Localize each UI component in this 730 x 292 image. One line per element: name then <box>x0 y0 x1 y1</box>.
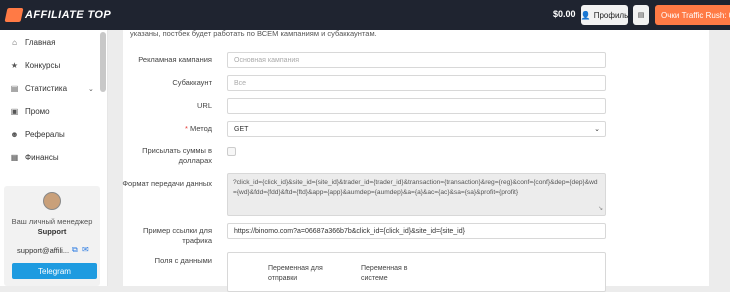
subaccount-input[interactable] <box>227 75 606 91</box>
balance-display: $0.00 <box>553 9 576 19</box>
campaign-input[interactable] <box>227 52 606 68</box>
mail-icon[interactable]: ✉ <box>82 245 89 254</box>
format-label: Формат передачи данных <box>122 179 212 188</box>
promo-icon: ▣ <box>10 106 19 116</box>
manager-email: support@affili... <box>17 246 70 255</box>
referrals-icon: ☻ <box>10 129 19 139</box>
sidebar-item-promo[interactable]: ▣ Промо <box>10 104 50 118</box>
example-link-field[interactable]: https://binomo.com?a=06687a366b7b&click_… <box>227 223 606 239</box>
format-value: ?click_id={click_id}&site_id={site_id}&t… <box>233 179 598 196</box>
sidebar-item-statistics[interactable]: ▤ Статистика <box>10 81 67 95</box>
url-input[interactable] <box>227 98 606 114</box>
top-navbar: AFFILIATE TOP $0.00 👤 Профиль ▤ Очки Tra… <box>0 0 730 30</box>
sidebar: ⌂ Главная ★ Конкурсы ▤ Статистика ⌄ ▣ Пр… <box>0 30 108 286</box>
sidebar-item-referrals[interactable]: ☻ Рефералы <box>10 127 65 141</box>
logo[interactable]: AFFILIATE TOP <box>4 7 112 23</box>
postback-notice: указаны, постбек будет работать по ВСЕМ … <box>130 29 377 38</box>
send-amounts-checkbox[interactable] <box>227 147 236 156</box>
sidebar-item-label: Статистика <box>25 83 68 93</box>
profile-button[interactable]: 👤 Профиль <box>581 5 628 25</box>
wallet-button[interactable]: ▤ <box>633 5 649 25</box>
fields-column-header: Переменная для отправки <box>268 265 323 282</box>
example-link-value: https://binomo.com?a=06687a366b7b&click_… <box>234 227 465 235</box>
example-link-label: Пример ссылки для трафика <box>143 226 212 245</box>
chevron-down-icon[interactable]: ⌄ <box>88 85 94 93</box>
finance-icon: ▦ <box>10 152 19 162</box>
personal-manager-card: Ваш личный менеджер Support support@affi… <box>4 186 100 286</box>
user-icon: 👤 <box>580 10 591 20</box>
telegram-button[interactable]: Telegram <box>12 263 97 279</box>
sidebar-item-label: Главная <box>25 37 56 47</box>
sidebar-item-label: Конкурсы <box>25 60 61 70</box>
profile-button-label: Профиль <box>593 10 629 20</box>
required-marker: * <box>184 124 188 133</box>
format-textarea[interactable]: ?click_id={click_id}&site_id={site_id}&t… <box>227 173 606 216</box>
campaign-label: Рекламная кампания <box>138 55 212 64</box>
wallet-icon: ▤ <box>637 12 645 19</box>
sidebar-item-label: Рефералы <box>25 129 65 139</box>
method-label: * Метод <box>122 124 212 134</box>
sidebar-item-label: Промо <box>25 106 50 116</box>
trophy-icon: ★ <box>10 60 19 70</box>
manager-title: Ваш личный менеджер <box>11 217 93 226</box>
method-label-text: Метод <box>190 124 212 133</box>
home-icon: ⌂ <box>12 37 17 47</box>
logo-text: AFFILIATE TOP <box>25 9 112 21</box>
method-select[interactable]: GET ⌄ <box>227 121 606 137</box>
sidebar-item-contests[interactable]: ★ Конкурсы <box>10 58 60 72</box>
send-amounts-label: Присылать суммы в долларах <box>142 146 212 165</box>
copy-icon[interactable]: ⧉ <box>72 245 78 255</box>
fields-column-header: Переменная в системе <box>361 265 408 282</box>
avatar <box>43 192 61 210</box>
fields-label: Поля с данными <box>154 256 212 265</box>
sidebar-item-label: Финансы <box>25 152 59 162</box>
manager-name: Support <box>37 227 67 236</box>
sidebar-scrollbar[interactable] <box>100 32 106 92</box>
traffic-rush-button[interactable]: Очки Traffic Rush: 0 <box>655 5 730 25</box>
resize-handle-icon[interactable]: ↘ <box>598 204 603 214</box>
page-background-right <box>709 30 730 286</box>
chevron-down-icon: ⌄ <box>594 126 600 133</box>
sidebar-item-home[interactable]: ⌂ Главная <box>10 35 55 49</box>
logo-icon <box>4 8 24 22</box>
sidebar-item-finance[interactable]: ▦ Финансы <box>10 150 59 164</box>
chart-icon: ▤ <box>10 83 19 93</box>
fields-table: Переменная для отправки Переменная в сис… <box>227 252 606 292</box>
subaccount-label: Субаккаунт <box>172 78 212 87</box>
method-select-value: GET <box>234 125 249 133</box>
url-label: URL <box>196 101 212 110</box>
traffic-rush-label: Очки Traffic Rush: 0 <box>661 10 730 20</box>
